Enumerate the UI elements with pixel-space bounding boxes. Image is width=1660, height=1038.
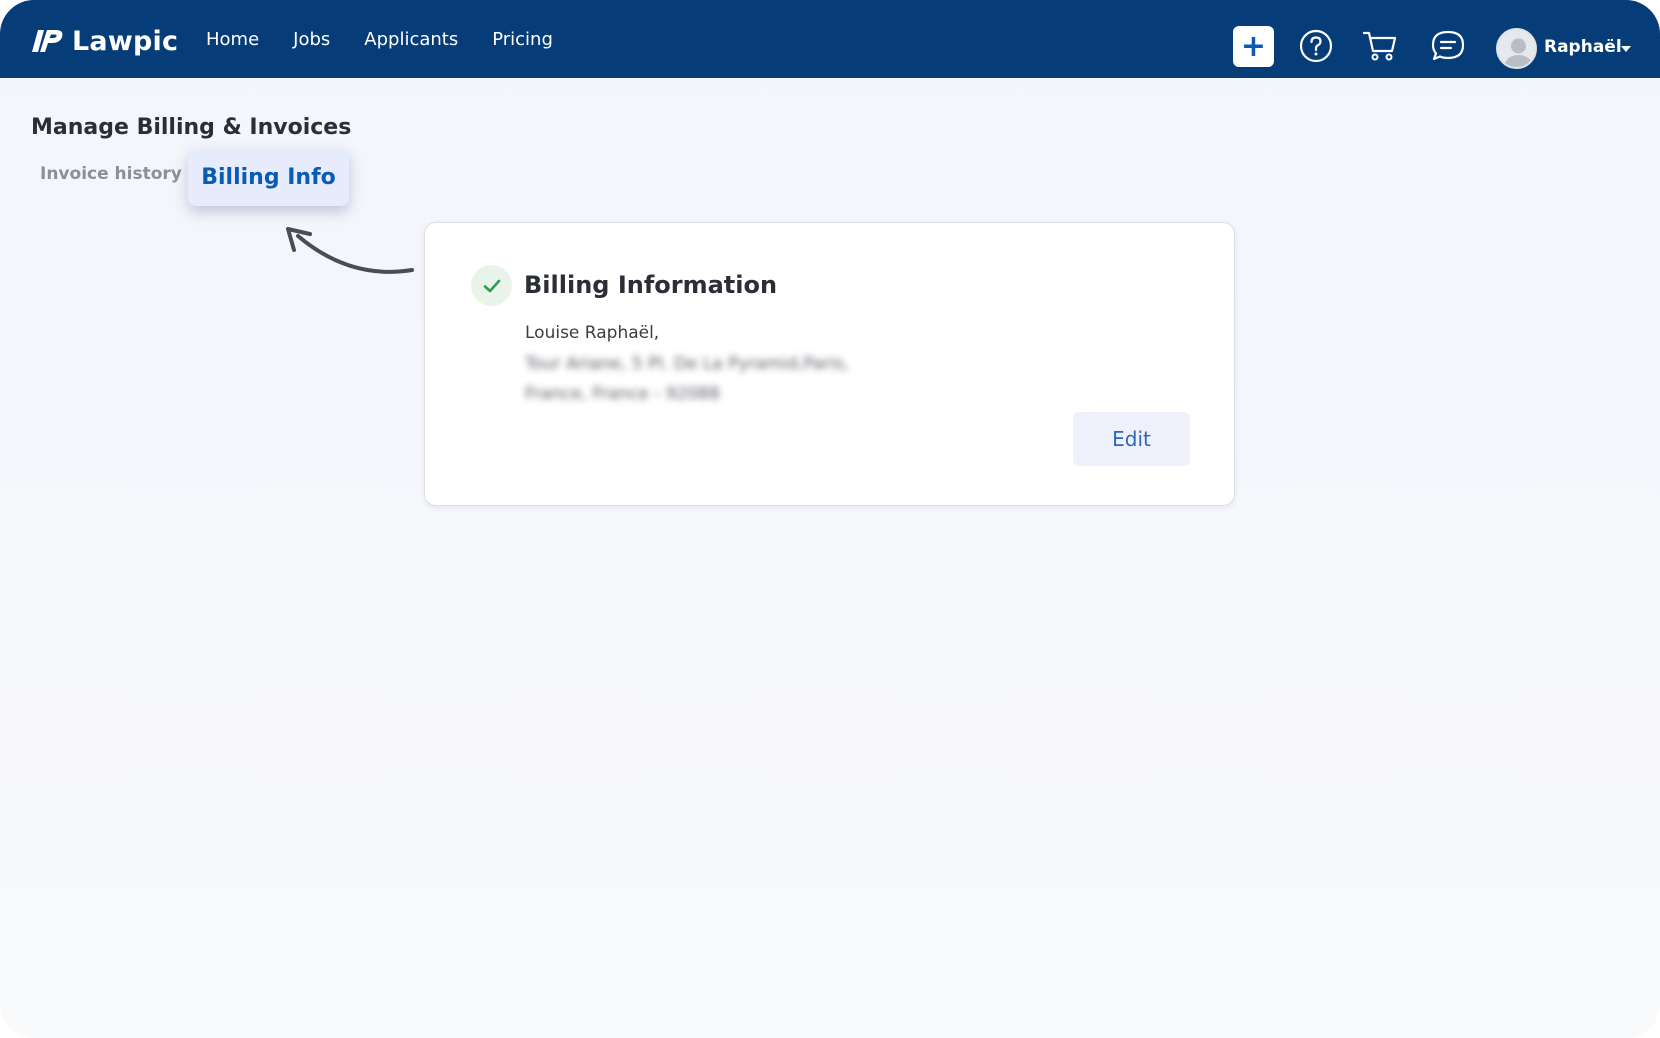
nav-home[interactable]: Home	[206, 29, 259, 50]
help-icon	[1299, 29, 1333, 63]
check-icon	[483, 279, 500, 292]
app-frame: Lawpic Home Jobs Applicants Pricing + Ra…	[0, 0, 1660, 1038]
page-title: Manage Billing & Invoices	[31, 115, 352, 140]
billing-address-line-2: France, France - 92088	[525, 384, 720, 404]
tab-billing-info[interactable]: Billing Info	[188, 149, 349, 206]
cart-button[interactable]	[1362, 28, 1398, 64]
user-avatar[interactable]	[1496, 28, 1537, 69]
messages-button[interactable]	[1430, 28, 1466, 64]
brand-logo[interactable]: Lawpic	[32, 25, 179, 57]
cart-icon	[1362, 31, 1397, 61]
status-badge	[471, 265, 512, 306]
card-title: Billing Information	[524, 271, 778, 299]
edit-button[interactable]: Edit	[1073, 412, 1190, 466]
brand-name: Lawpic	[72, 25, 179, 57]
billing-address-line-1: Tour Ariane, 5 Pl. De La Pyramid,Paris,	[525, 354, 850, 374]
messages-icon	[1431, 30, 1465, 61]
add-button[interactable]: +	[1233, 26, 1274, 67]
chevron-down-icon[interactable]	[1621, 46, 1631, 52]
lawpic-logo-icon	[32, 30, 63, 52]
help-button[interactable]	[1298, 28, 1334, 64]
user-silhouette-icon	[1503, 38, 1534, 67]
top-navigation-bar: Lawpic Home Jobs Applicants Pricing + Ra…	[0, 0, 1660, 78]
pointer-arrow-icon	[286, 227, 414, 274]
nav-applicants[interactable]: Applicants	[364, 29, 458, 50]
billing-name: Louise Raphaël,	[525, 323, 660, 343]
nav-pricing[interactable]: Pricing	[492, 29, 553, 50]
billing-information-card: Billing Information Louise Raphaël, Tour…	[424, 222, 1235, 506]
main-nav: Home Jobs Applicants Pricing	[206, 0, 587, 78]
nav-jobs[interactable]: Jobs	[293, 29, 330, 50]
tab-invoice-history[interactable]: Invoice history	[40, 164, 182, 184]
user-menu-name[interactable]: Raphaël	[1544, 37, 1622, 57]
